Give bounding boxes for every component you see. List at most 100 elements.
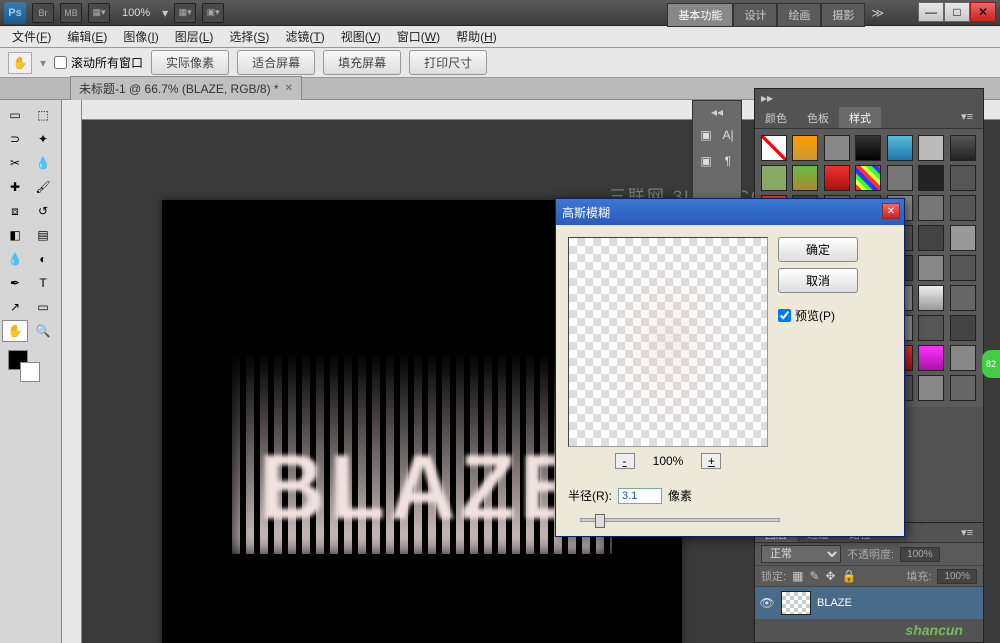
side-badge[interactable]: 82 [982, 350, 1000, 378]
hand-tool-icon[interactable]: ✋ [8, 52, 32, 74]
launch-bridge-icon[interactable]: Br [32, 3, 54, 23]
style-swatch[interactable] [792, 135, 818, 161]
blend-mode-select[interactable]: 正常 [761, 545, 841, 563]
document-tab[interactable]: 未标题-1 @ 66.7% (BLAZE, RGB/8) * ✕ [70, 76, 302, 101]
radius-slider[interactable] [580, 518, 780, 522]
menu-t[interactable]: 滤镜(T) [277, 26, 332, 47]
layer-name[interactable]: BLAZE [817, 597, 852, 609]
history-brush-tool[interactable]: ↺ [30, 200, 56, 222]
style-swatch[interactable] [950, 135, 976, 161]
panel-collapse-icon[interactable]: ▸▸ [755, 89, 983, 107]
arrange-docs-icon[interactable]: ▦▾ [174, 3, 196, 23]
style-swatch[interactable] [950, 345, 976, 371]
lasso-tool[interactable]: ⊃ [2, 128, 28, 150]
style-swatch[interactable] [950, 165, 976, 191]
lock-position-icon[interactable]: ✥ [825, 569, 835, 583]
menu-v[interactable]: 视图(V) [333, 26, 389, 47]
history-icon[interactable]: ▣ [697, 125, 715, 145]
menu-i[interactable]: 图像(I) [115, 26, 166, 47]
layer-thumbnail[interactable] [781, 591, 811, 615]
style-swatch[interactable] [887, 165, 913, 191]
preview-box[interactable] [568, 237, 768, 447]
zoom-tool[interactable]: 🔍 [30, 320, 56, 342]
style-swatch[interactable] [824, 165, 850, 191]
panel-menu-icon[interactable]: ▾≡ [951, 107, 983, 128]
workspace-tab-photography[interactable]: 摄影 [821, 3, 865, 27]
style-swatch[interactable] [855, 135, 881, 161]
character-icon[interactable]: A| [719, 125, 737, 145]
shape-tool[interactable]: ▭ [30, 296, 56, 318]
minimize-button[interactable]: — [918, 2, 944, 22]
actions-icon[interactable]: ▣ [697, 151, 715, 171]
gradient-tool[interactable]: ▤ [30, 224, 56, 246]
scroll-all-windows-checkbox[interactable]: 滚动所有窗口 [54, 54, 143, 71]
menu-h[interactable]: 帮助(H) [448, 26, 505, 47]
zoom-out-button[interactable]: - [615, 453, 635, 469]
marquee-tool[interactable]: ⬚ [30, 104, 56, 126]
style-swatch[interactable] [950, 225, 976, 251]
type-tool[interactable]: T [30, 272, 56, 294]
style-swatch[interactable] [918, 195, 944, 221]
fill-screen-button[interactable]: 填充屏幕 [323, 50, 401, 75]
dodge-tool[interactable]: ◐ [30, 248, 56, 270]
style-swatch[interactable] [950, 195, 976, 221]
screen-mode-icon[interactable]: ▣▾ [202, 3, 224, 23]
menu-w[interactable]: 窗口(W) [389, 26, 448, 47]
launch-minibridge-icon[interactable]: MB [60, 3, 82, 23]
blur-tool[interactable]: 💧 [2, 248, 28, 270]
workspace-tab-design[interactable]: 设计 [733, 3, 777, 27]
actual-pixels-button[interactable]: 实际像素 [151, 50, 229, 75]
radius-input[interactable] [618, 488, 662, 504]
lock-all-icon[interactable]: 🔒 [842, 569, 857, 583]
path-tool[interactable]: ↗ [2, 296, 28, 318]
menu-f[interactable]: 文件(F) [4, 26, 59, 47]
style-swatch[interactable] [950, 255, 976, 281]
stamp-tool[interactable]: ⧈ [2, 200, 28, 222]
eraser-tool[interactable]: ◧ [2, 224, 28, 246]
menu-l[interactable]: 图层(L) [167, 26, 222, 47]
fit-screen-button[interactable]: 适合屏幕 [237, 50, 315, 75]
layers-menu-icon[interactable]: ▾≡ [951, 523, 983, 542]
dialog-close-button[interactable]: ✕ [882, 203, 900, 219]
close-button[interactable]: ✕ [970, 2, 996, 22]
workspace-tab-painting[interactable]: 绘画 [777, 3, 821, 27]
style-swatch[interactable] [855, 165, 881, 191]
zoom-level[interactable]: 100% [116, 7, 156, 19]
document-close-icon[interactable]: ✕ [285, 83, 293, 94]
style-swatch[interactable] [918, 315, 944, 341]
style-swatch[interactable] [824, 135, 850, 161]
ok-button[interactable]: 确定 [778, 237, 858, 262]
menu-s[interactable]: 选择(S) [221, 26, 277, 47]
lock-pixel-icon[interactable]: ✎ [809, 569, 819, 583]
move-tool[interactable]: ▭ [2, 104, 28, 126]
style-swatch[interactable] [918, 375, 944, 401]
slider-thumb[interactable] [595, 514, 605, 528]
layer-item[interactable]: 👁 BLAZE [755, 587, 983, 619]
style-swatch[interactable] [950, 285, 976, 311]
style-swatch[interactable] [918, 165, 944, 191]
paragraph-icon[interactable]: ¶ [719, 151, 737, 171]
healing-tool[interactable]: ✚ [2, 176, 28, 198]
style-swatch[interactable] [950, 375, 976, 401]
zoom-in-button[interactable]: + [701, 453, 721, 469]
print-size-button[interactable]: 打印尺寸 [409, 50, 487, 75]
menu-e[interactable]: 编辑(E) [59, 26, 115, 47]
style-swatch[interactable] [918, 345, 944, 371]
hand-tool[interactable]: ✋ [2, 320, 28, 342]
maximize-button[interactable]: □ [944, 2, 970, 22]
style-swatch[interactable] [918, 225, 944, 251]
background-swatch[interactable] [20, 362, 40, 382]
style-swatch[interactable] [887, 135, 913, 161]
crop-tool[interactable]: ✂ [2, 152, 28, 174]
brush-tool[interactable]: 🖌 [30, 176, 56, 198]
workspace-tab-essentials[interactable]: 基本功能 [667, 3, 733, 27]
style-swatch[interactable] [918, 255, 944, 281]
style-swatch[interactable] [918, 285, 944, 311]
tab-styles[interactable]: 样式 [839, 107, 881, 128]
style-swatch[interactable] [761, 165, 787, 191]
opacity-value[interactable]: 100% [900, 547, 940, 562]
preview-checkbox[interactable]: 预览(P) [778, 307, 858, 324]
dock-expand-icon[interactable]: ◂◂ [697, 105, 737, 119]
tab-color[interactable]: 颜色 [755, 107, 797, 128]
view-extras-icon[interactable]: ▦▾ [88, 3, 110, 23]
